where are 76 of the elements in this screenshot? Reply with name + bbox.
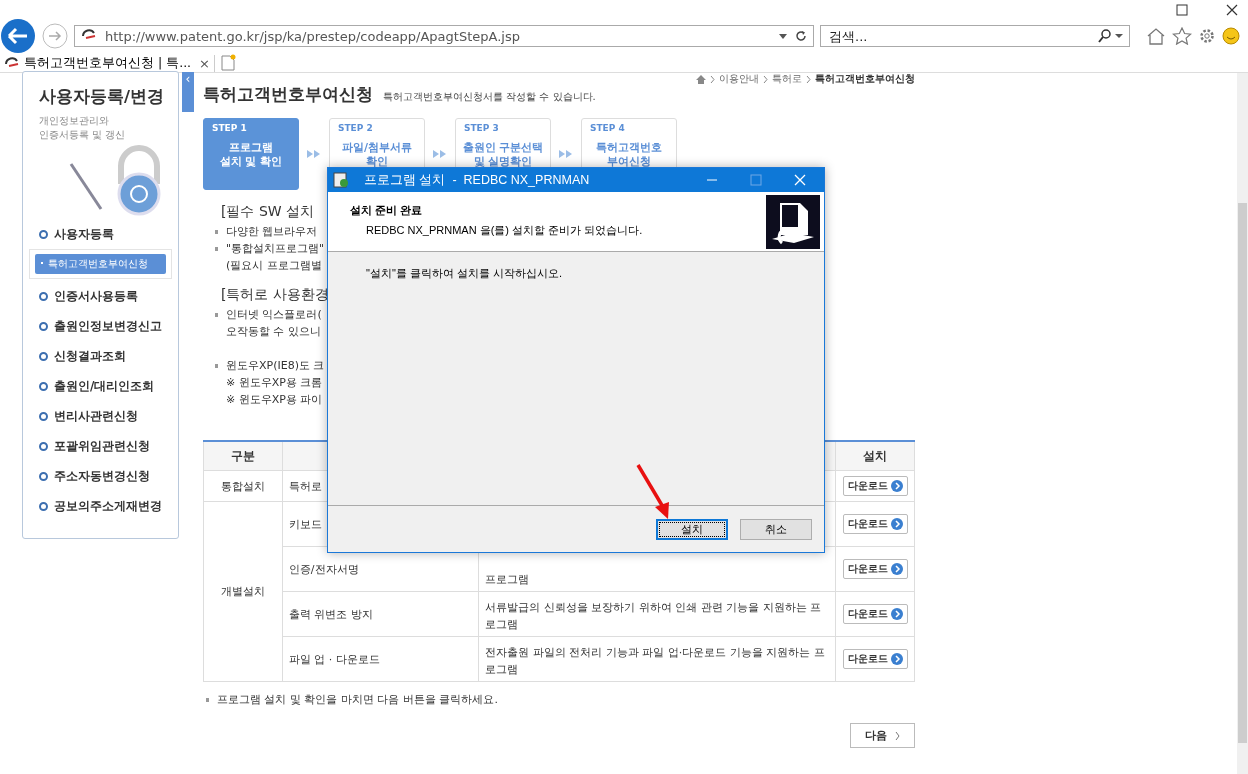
download-button[interactable]: 다운로드: [842, 559, 908, 579]
dialog-message: "설치"를 클릭하여 설치를 시작하십시오.: [366, 266, 564, 281]
download-button[interactable]: 다운로드: [842, 476, 908, 496]
scrollbar[interactable]: [1237, 73, 1248, 774]
table-cell: 프로그램: [485, 573, 530, 586]
installer-icon: [332, 171, 350, 189]
section-heading: [특허로 사용환경: [221, 286, 329, 304]
body-text: 윈도우XP(IE8)도 크: [226, 358, 325, 374]
smiley-icon[interactable]: [1222, 27, 1240, 45]
home-icon[interactable]: [1146, 27, 1166, 45]
body-text: "통합설치프로그램": [226, 241, 325, 257]
back-button[interactable]: [0, 18, 36, 54]
address-bar[interactable]: http://www.patent.go.kr/jsp/ka/prestep/codeapp/ApagtStepA.jsp: [74, 25, 814, 47]
instruction-text: 프로그램 설치 및 확인을 마치면 다음 버튼을 클릭하세요.: [217, 692, 498, 707]
breadcrumb-link[interactable]: 특허로: [772, 72, 802, 86]
download-button[interactable]: 다운로드: [842, 604, 908, 624]
sidebar-item[interactable]: 출원인/대리인조회: [31, 371, 172, 401]
table-cell: 키보드: [288, 517, 322, 531]
table-cell: 특허로: [288, 479, 322, 493]
body-text: (필요시 프로그램별: [226, 258, 322, 274]
settings-icon[interactable]: [1198, 27, 1216, 45]
dropdown-icon[interactable]: [779, 33, 787, 39]
sidebar-item[interactable]: 출원인정보변경신고: [31, 311, 172, 341]
close-icon[interactable]: [1226, 4, 1238, 16]
page-description: 특허고객번호부여신청서를 작성할 수 있습니다.: [383, 90, 596, 104]
table-cell: 통합설치: [220, 479, 265, 493]
table-cell: 출력 위변조 방지: [288, 607, 373, 621]
body-text: ※ 윈도우XP용 크롬: [226, 375, 323, 391]
chevron-icon: [763, 75, 768, 83]
tab-close-button[interactable]: ×: [199, 56, 210, 71]
step-arrow-icon: [559, 149, 573, 158]
download-button[interactable]: 다운로드: [842, 649, 908, 669]
home-icon[interactable]: [696, 74, 706, 84]
table-cell: 인증/전자서명: [288, 562, 359, 576]
sidebar-item[interactable]: 주소자동변경신청: [31, 461, 172, 491]
next-button[interactable]: 다음: [850, 723, 915, 748]
dialog-heading: 설치 준비 완료: [350, 203, 424, 218]
body-text: 오작동할 수 있으니: [226, 324, 321, 340]
refresh-icon[interactable]: [795, 30, 807, 42]
chevron-icon: [806, 75, 811, 83]
computer-icon: [766, 195, 820, 249]
dialog-subheading: REDBC NX_PRNMAN 을(를) 설치할 준비가 되었습니다.: [366, 223, 643, 238]
search-icon[interactable]: [1097, 29, 1123, 43]
maximize-icon: [750, 174, 762, 186]
breadcrumb-link[interactable]: 특허고객번호부여신청: [815, 72, 915, 86]
search-field[interactable]: 검색...: [820, 25, 1130, 47]
table-cell: 전자출원 파일의 전처리 기능과 파일 업·다운로드 기능을 지원하는 프로그램: [485, 646, 825, 676]
download-button[interactable]: 다운로드: [842, 514, 908, 534]
table-cell: 서류발급의 신뢰성을 보장하기 위하여 인쇄 관련 기능을 지원하는 프로그램: [485, 601, 822, 631]
sidebar-item[interactable]: 인증서사용등록: [31, 281, 172, 311]
step-arrow-icon: [433, 149, 447, 158]
page-title: 특허고객번호부여신청: [203, 83, 373, 106]
body-text: ※ 윈도우XP용 파이: [226, 392, 323, 408]
dialog-button[interactable]: 설치: [656, 518, 728, 540]
sidebar-item[interactable]: 사용자등록: [31, 219, 172, 249]
sidebar-item[interactable]: 포괄위임관련신청: [31, 431, 172, 461]
sidebar-item[interactable]: 변리사관련신청: [31, 401, 172, 431]
tab-title: 특허고객번호부여신청 | 특...: [24, 55, 192, 72]
column-header: 구분: [203, 441, 283, 471]
sidebar-item[interactable]: 신청결과조회: [31, 341, 172, 371]
table-cell: 파일 업 · 다운로드: [288, 652, 380, 666]
chevron-icon: [895, 731, 900, 740]
dialog-button[interactable]: 취소: [740, 518, 812, 540]
column-header: 설치: [835, 441, 915, 471]
sidebar-item[interactable]: 공보의주소게재변경: [31, 491, 172, 521]
chevron-icon: [710, 75, 715, 83]
body-text: 다양한 웹브라우저: [226, 224, 318, 240]
breadcrumb-link[interactable]: 이용안내: [719, 72, 759, 86]
body-text: 인터넷 익스플로러(: [226, 307, 322, 323]
star-icon[interactable]: [1172, 27, 1192, 45]
section-heading: [필수 SW 설치: [221, 203, 315, 221]
step-arrow-icon: [307, 149, 321, 158]
sidebar-title: 사용자등록/변경: [38, 86, 166, 108]
maximize-icon[interactable]: [1176, 4, 1188, 16]
sidebar-subtitle: 개인정보관리와 인증서등록 및 갱신: [38, 114, 127, 142]
table-cell: 개별설치: [220, 585, 265, 598]
